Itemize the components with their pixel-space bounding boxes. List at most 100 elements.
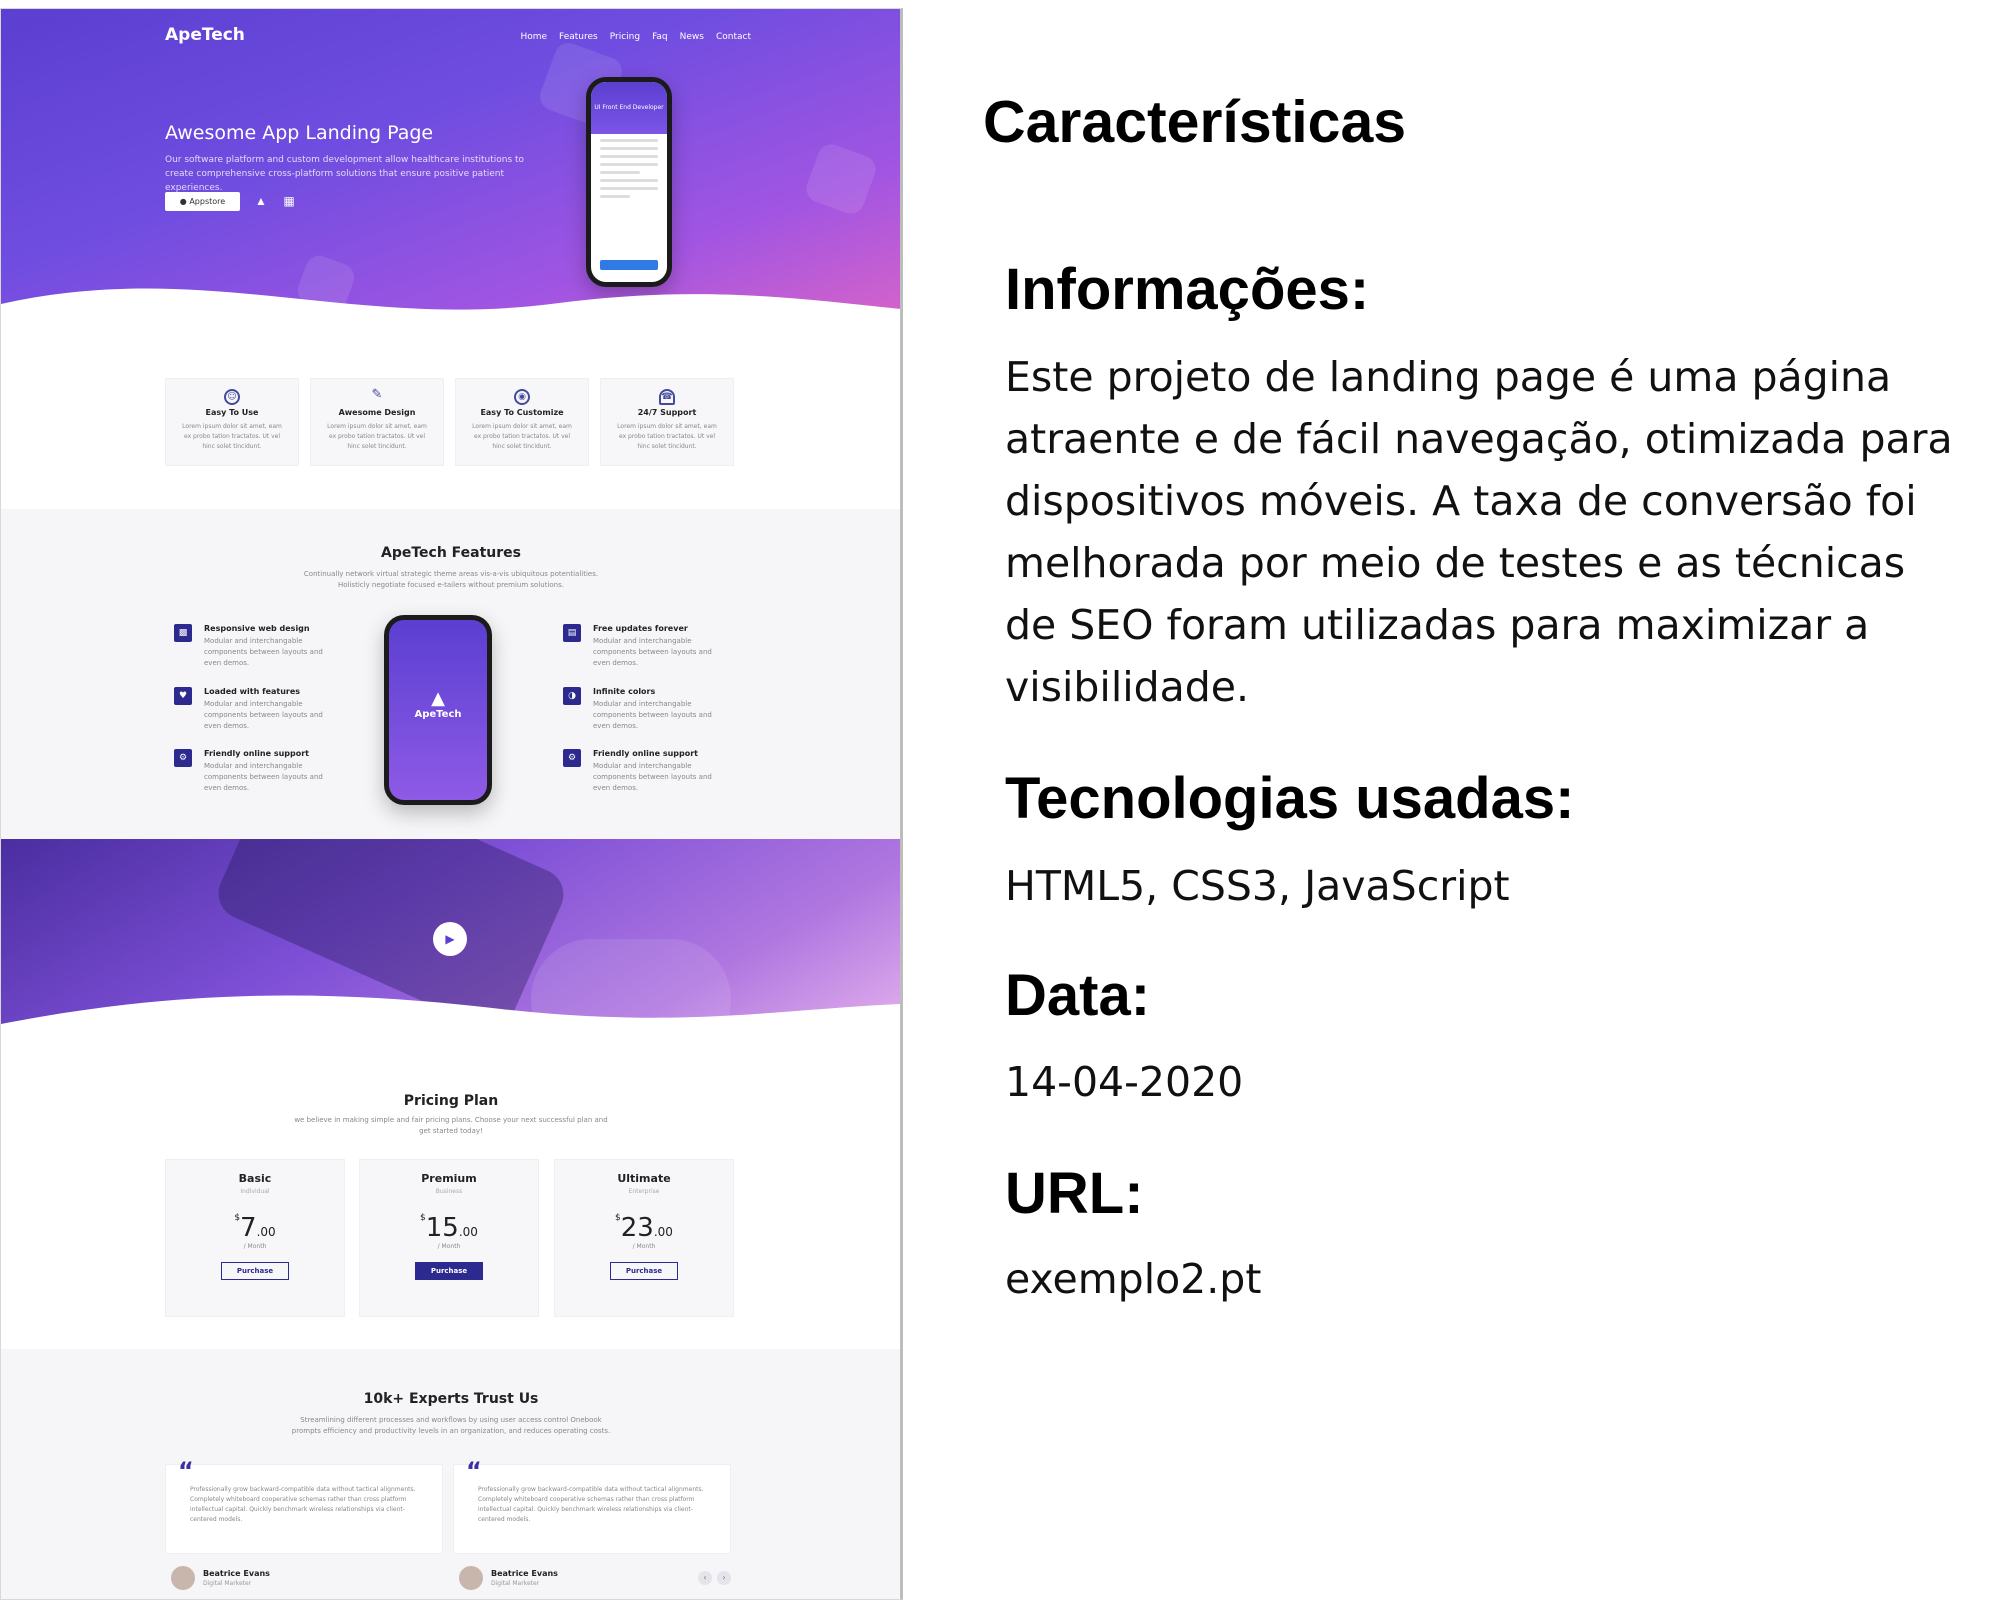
apple-icon: ● — [179, 197, 187, 206]
feature-title: Loaded with features — [204, 687, 301, 696]
features-phone-mockup: ▲ ApeTech — [384, 615, 492, 805]
heart-icon: ♥ — [174, 687, 192, 705]
landing-page-preview: ApeTech Home Features Pricing Faq News C… — [0, 8, 903, 1600]
date-text: 14-04-2020 — [1005, 1058, 1244, 1106]
plan-name: Premium — [421, 1172, 477, 1185]
phone-logo-text: ApeTech — [414, 709, 462, 720]
author-role: Digital Marketer — [491, 1580, 540, 1587]
feature-title: Friendly online support — [204, 749, 309, 758]
palette-icon: ◉ — [514, 389, 530, 405]
contrast-icon: ◑ — [563, 687, 581, 705]
feature-desc: Modular and interchangable components be… — [593, 637, 712, 667]
plan-price: $15.00 — [360, 1213, 538, 1243]
price-cents: .00 — [256, 1225, 276, 1239]
video-section: ▶ — [1, 839, 900, 1049]
plan-price: $7.00 — [166, 1213, 344, 1243]
feature-desc: Modular and interchangable components be… — [593, 700, 712, 730]
feature-title: Free updates forever — [593, 624, 688, 633]
nav-link-faq[interactable]: Faq — [652, 32, 668, 42]
price-cents: .00 — [458, 1225, 478, 1239]
price-value: 15 — [425, 1213, 459, 1243]
plan-period: / Month — [243, 1243, 267, 1250]
appstore-button[interactable]: ● Appstore — [165, 192, 240, 211]
android-icon[interactable]: ▲ — [254, 194, 268, 208]
purchase-button-premium[interactable]: Purchase — [415, 1262, 483, 1280]
testimonial-card: “ Professionally grow backward-compatibl… — [165, 1457, 443, 1554]
feature-title: Friendly online support — [593, 749, 698, 758]
testimonial-text: Professionally grow backward-compatible … — [478, 1486, 704, 1523]
feature-card-desc: Lorem ipsum dolor sit amet, eam ex probo… — [327, 423, 427, 450]
plan-period: / Month — [632, 1243, 656, 1250]
purchase-button-basic[interactable]: Purchase — [221, 1262, 289, 1280]
author-name: Beatrice Evans — [203, 1569, 270, 1578]
feature-desc: Modular and interchangable components be… — [204, 700, 323, 730]
plan-period: / Month — [437, 1243, 461, 1250]
plan-sub: Enterprise — [628, 1188, 660, 1195]
nav-logo[interactable]: ApeTech — [165, 25, 245, 45]
plan-price: $23.00 — [555, 1213, 733, 1243]
tech-text: HTML5, CSS3, JavaScript — [1005, 862, 1510, 910]
appstore-label: Appstore — [189, 197, 226, 206]
quote-icon: “ — [178, 1457, 194, 1485]
author-role: Digital Marketer — [203, 1580, 252, 1587]
testimonials-section: 10k+ Experts Trust Us Streamlining diffe… — [1, 1349, 900, 1599]
nav-link-pricing[interactable]: Pricing — [610, 32, 640, 42]
support-icon: ⚙ — [563, 749, 581, 767]
feature-card-awesome-design: ✎ Awesome Design Lorem ipsum dolor sit a… — [310, 378, 444, 466]
support-icon: ⚙ — [174, 749, 192, 767]
pricing-title: Pricing Plan — [403, 1093, 499, 1109]
hero-section: ApeTech Home Features Pricing Faq News C… — [1, 9, 900, 329]
headset-icon: ☎ — [659, 389, 675, 405]
apetech-logo-icon: ▲ — [431, 688, 445, 709]
plan-sub: Business — [435, 1188, 463, 1195]
feature-desc: Modular and interchangable components be… — [593, 762, 712, 792]
windows-icon[interactable]: ▦ — [282, 194, 296, 208]
nav-link-contact[interactable]: Contact — [716, 32, 751, 42]
pricing-card-ultimate: Ultimate Enterprise $23.00 / Month Purch… — [554, 1159, 734, 1317]
feature-desc: Modular and interchangable components be… — [204, 637, 323, 667]
play-video-button[interactable]: ▶ — [433, 922, 467, 956]
url-heading: URL: — [1005, 1161, 1144, 1226]
phone-header: UI Front End Developer — [591, 82, 667, 134]
panel-title: Características — [983, 89, 1407, 155]
testimonials-title: 10k+ Experts Trust Us — [363, 1391, 539, 1407]
document-icon: ▤ — [563, 624, 581, 642]
nav-link-features[interactable]: Features — [559, 32, 598, 42]
purchase-button-ultimate[interactable]: Purchase — [610, 1262, 678, 1280]
author-name: Beatrice Evans — [491, 1569, 558, 1578]
price-value: 23 — [620, 1213, 654, 1243]
next-arrow-icon[interactable]: › — [717, 1571, 731, 1585]
smile-icon: ☺ — [224, 389, 240, 405]
plan-name: Ultimate — [617, 1172, 671, 1185]
plan-sub: Individual — [240, 1188, 270, 1195]
testimonials-subtitle: Streamlining different processes and wor… — [291, 1416, 611, 1435]
hero-description: Our software platform and custom develop… — [165, 155, 525, 193]
avatar — [171, 1566, 195, 1590]
info-description: Este projeto de landing page é uma págin… — [1005, 353, 1953, 711]
nav-menu: Home Features Pricing Faq News Contact — [520, 32, 751, 42]
plan-name: Basic — [238, 1172, 272, 1185]
feature-title: Infinite colors — [593, 687, 656, 696]
decorative-shape — [802, 140, 880, 218]
url-link[interactable]: exemplo2.pt — [1005, 1248, 1261, 1310]
nav-link-home[interactable]: Home — [520, 32, 547, 42]
pricing-card-basic: Basic Individual $7.00 / Month Purchase — [165, 1159, 345, 1317]
hero-wave — [1, 288, 900, 329]
feature-card-easy-to-customize: ◉ Easy To Customize Lorem ipsum dolor si… — [455, 378, 589, 466]
info-heading: Informações: — [1005, 257, 1370, 322]
avatar — [459, 1566, 483, 1590]
feature-card-easy-to-use: ☺ Easy To Use Lorem ipsum dolor sit amet… — [165, 378, 299, 466]
pricing-card-premium: Premium Business $15.00 / Month Purchase — [359, 1159, 539, 1317]
nav-link-news[interactable]: News — [680, 32, 704, 42]
features-section: ApeTech Features Continually network vir… — [1, 509, 900, 839]
feature-desc: Modular and interchangable components be… — [204, 762, 323, 792]
features-subtitle: Continually network virtual strategic th… — [303, 570, 599, 589]
feature-title: Responsive web design — [204, 624, 310, 633]
price-cents: .00 — [653, 1225, 673, 1239]
prev-arrow-icon[interactable]: ‹ — [698, 1571, 712, 1585]
feature-card-desc: Lorem ipsum dolor sit amet, eam ex probo… — [617, 423, 717, 450]
feature-card-title: Easy To Use — [205, 408, 259, 417]
pen-icon: ✎ — [371, 387, 383, 402]
pricing-subtitle: we believe in making simple and fair pri… — [294, 1116, 608, 1135]
quote-icon: “ — [466, 1457, 482, 1485]
